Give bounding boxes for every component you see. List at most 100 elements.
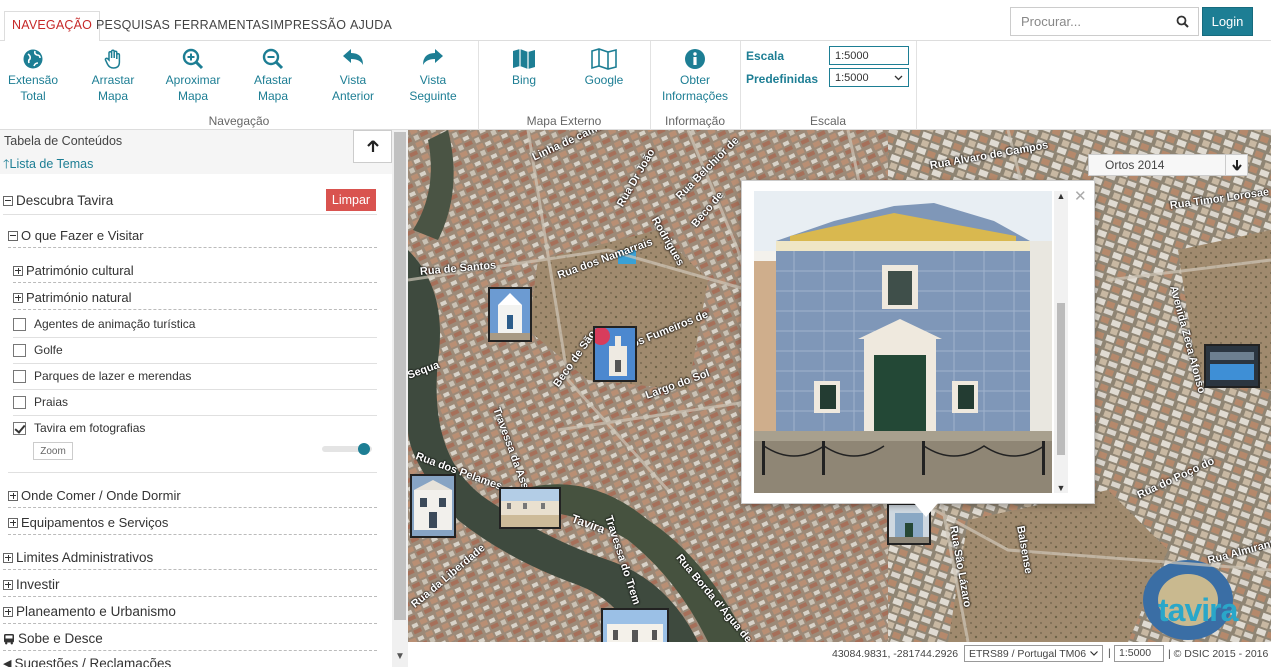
photo-marker[interactable] [601, 608, 669, 642]
section-investir[interactable]: Investir [3, 577, 60, 592]
tab-navegacao[interactable]: NAVEGAÇÃO [4, 11, 101, 42]
scrollbar-thumb[interactable] [1057, 303, 1065, 455]
search-input[interactable] [1010, 7, 1168, 36]
bing-button[interactable]: Bing [491, 45, 557, 88]
close-icon[interactable]: ✕ [1074, 187, 1087, 205]
scale-input[interactable] [829, 46, 909, 65]
table-of-contents-panel: Tabela de Conteúdos 🡑Lista de Temas Desc… [0, 130, 408, 667]
tab-pesquisas[interactable]: PESQUISAS [89, 12, 177, 41]
zoom-in-button[interactable]: Aproximar Mapa [160, 45, 226, 104]
tavira-logo: tavira [1158, 592, 1238, 628]
layer-zoom-button[interactable]: Zoom [33, 442, 73, 460]
section-sobe-desce[interactable]: Sobe e Desce [3, 631, 103, 646]
tab-ajuda[interactable]: AJUDA [343, 12, 399, 41]
themes-list-label: Lista de Temas [9, 157, 94, 171]
chevron-down-icon[interactable]: ▼ [1054, 483, 1068, 493]
subsection-o-que-fazer[interactable]: O que Fazer e Visitar [8, 228, 144, 243]
zoom-in-icon [182, 48, 204, 70]
group-patrimonio-natural[interactable]: Património natural [13, 290, 132, 305]
crs-select[interactable]: ETRS89 / Portugal TM06 [964, 645, 1103, 662]
divider [13, 389, 377, 390]
zoom-out-label-1: Afastar [253, 73, 292, 87]
chevron-down-icon[interactable]: ▼ [395, 651, 405, 662]
photo-marker[interactable] [488, 287, 532, 342]
tab-impressao[interactable]: IMPRESSÃO [263, 12, 353, 41]
search-button[interactable] [1167, 7, 1199, 36]
layer-checkbox-checked[interactable] [13, 421, 26, 435]
layer-opacity-slider[interactable] [322, 443, 372, 455]
layer-checkbox[interactable] [13, 343, 26, 357]
group-patrimonio-cultural[interactable]: Património cultural [13, 263, 134, 278]
chevron-up-icon[interactable]: ▲ [1054, 191, 1068, 201]
search-icon [1176, 15, 1189, 28]
previous-view-button[interactable]: Vista Anterior [320, 45, 386, 104]
expand-icon [13, 265, 23, 276]
popup-scrollbar[interactable]: ▲ ▼ [1054, 191, 1068, 493]
expand-icon [13, 292, 23, 303]
divider [8, 472, 377, 473]
layer-praias[interactable]: Praias [13, 395, 68, 409]
hand-icon [104, 49, 121, 69]
layer-checkbox[interactable] [13, 317, 26, 331]
scale-label: Escala [746, 49, 785, 63]
megaphone-icon: ◀ [3, 658, 12, 667]
clear-button[interactable]: Limpar [326, 189, 376, 211]
layer-checkbox[interactable] [13, 369, 26, 383]
divider [13, 282, 377, 283]
scrollbar-thumb[interactable] [394, 132, 406, 620]
previous-view-label-1: Vista [339, 73, 367, 87]
subsection-onde-comer[interactable]: Onde Comer / Onde Dormir [8, 488, 181, 503]
photo-marker[interactable] [410, 474, 456, 538]
section-limites[interactable]: Limites Administrativos [3, 550, 153, 565]
preset-scale-value: 1:5000 [835, 71, 869, 84]
basemap-select[interactable]: Ortos 2014 [1088, 154, 1248, 176]
status-bar: 43084.9831, -281744.2926 ETRS89 / Portug… [408, 642, 1271, 667]
layer-checkbox[interactable] [13, 395, 26, 409]
layer-label: Tavira em fotografias [34, 421, 146, 435]
group-label: Património cultural [26, 263, 134, 278]
zoom-out-button[interactable]: Afastar Mapa [240, 45, 306, 104]
divider [3, 596, 377, 597]
layer-agentes[interactable]: Agentes de animação turística [13, 317, 195, 331]
photo-marker[interactable] [1204, 344, 1260, 388]
section-descubra-tavira[interactable]: Descubra Tavira [3, 193, 113, 208]
sidebar-scrollbar[interactable]: ▼ [392, 130, 408, 667]
section-planeamento[interactable]: Planeamento e Urbanismo [3, 604, 176, 619]
toc-title: Tabela de Conteúdos [4, 134, 123, 148]
section-label: Sobe e Desce [18, 631, 103, 646]
expand-icon [3, 606, 13, 617]
copyright-text: © DSIC 2015 - 2016 [1173, 648, 1269, 660]
subsection-equipamentos[interactable]: Equipamentos e Serviços [8, 515, 168, 530]
tab-ferramentas[interactable]: FERRAMENTAS [167, 12, 277, 41]
divider [3, 569, 377, 570]
get-info-button[interactable]: Obter Informações [656, 45, 734, 104]
bing-label: Bing [511, 73, 537, 87]
layer-tavira-fotografias[interactable]: Tavira em fotografias [13, 421, 145, 435]
cursor-coordinates: 43084.9831, -281744.2926 [832, 648, 959, 660]
themes-list-link[interactable]: 🡑Lista de Temas [3, 155, 93, 176]
map-view[interactable]: Linha de camin Rua Dr João Rodrigues Rua… [408, 130, 1271, 642]
square-photo [501, 489, 559, 527]
layer-parques[interactable]: Parques de lazer e merendas [13, 369, 191, 383]
login-button[interactable]: Login [1202, 7, 1253, 36]
full-extent-button[interactable]: Extensão Total [0, 45, 66, 104]
scroll-top-button[interactable] [353, 130, 392, 163]
photo-marker[interactable] [499, 487, 561, 529]
section-sugestoes[interactable]: ◀ Sugestões / Reclamações [3, 656, 171, 667]
pan-map-button[interactable]: Arrastar Mapa [80, 45, 146, 104]
info-group-label: Informação [664, 114, 726, 128]
status-scale-value: 1:5000 [1119, 647, 1152, 659]
arrow-up-icon [366, 140, 379, 152]
photo-marker[interactable] [593, 326, 637, 382]
expand-icon [3, 579, 13, 590]
collapse-icon [3, 195, 13, 206]
layer-golfe[interactable]: Golfe [13, 343, 63, 357]
status-scale-input[interactable]: 1:5000 [1114, 645, 1164, 662]
next-view-button[interactable]: Vista Seguinte [400, 45, 466, 104]
globe-icon [23, 49, 43, 69]
preset-scale-select[interactable]: 1:5000 [829, 68, 909, 87]
google-button[interactable]: Google [571, 45, 637, 88]
external-group-label: Mapa Externo [526, 114, 602, 128]
slider-handle[interactable] [358, 443, 371, 455]
divider [3, 623, 377, 624]
